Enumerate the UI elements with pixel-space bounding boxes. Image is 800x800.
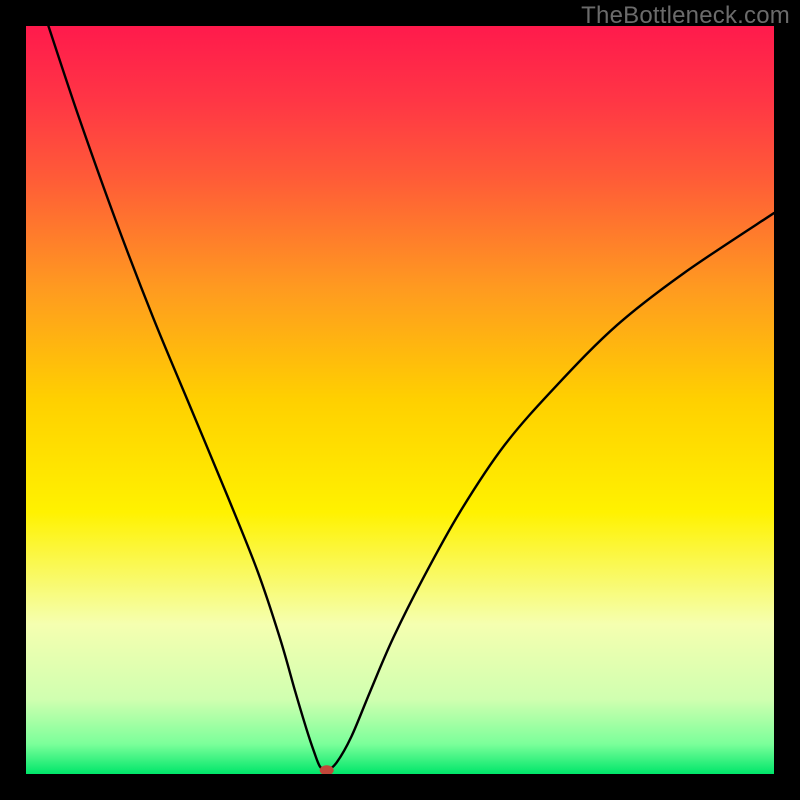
chart-frame: TheBottleneck.com xyxy=(0,0,800,800)
chart-plot-area xyxy=(26,26,774,774)
chart-background xyxy=(26,26,774,774)
chart-svg xyxy=(26,26,774,774)
